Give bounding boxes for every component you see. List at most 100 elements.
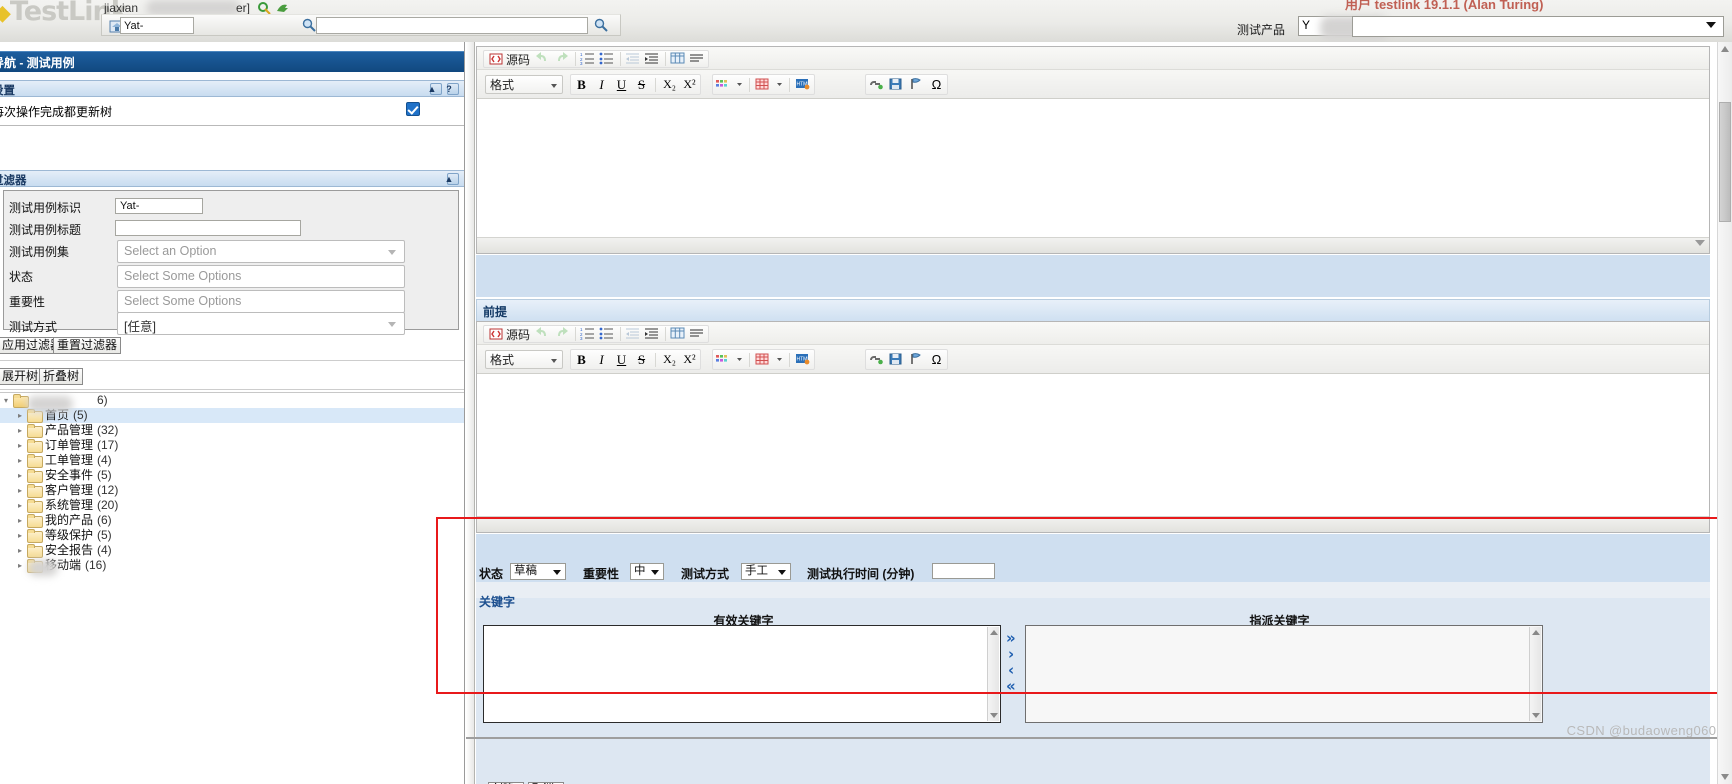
horizontal-rule-icon[interactable] xyxy=(689,51,706,67)
filter-select-testsuite[interactable]: Select an Option xyxy=(117,240,405,263)
collapse-tree-button[interactable]: 折叠树 xyxy=(39,368,84,385)
chevron-down-icon[interactable] xyxy=(735,77,744,93)
redo-icon[interactable] xyxy=(554,51,571,67)
numbered-list-icon[interactable]: 123 xyxy=(580,51,597,67)
italic-icon[interactable]: I xyxy=(593,77,610,93)
assigned-keywords-scrollbar[interactable] xyxy=(1529,627,1541,721)
table-icon[interactable] xyxy=(670,326,687,342)
strikethrough-icon[interactable]: S xyxy=(633,352,650,368)
expand-tree-button[interactable]: 展开树 xyxy=(0,368,43,385)
page-scrollbar[interactable] xyxy=(1717,42,1732,784)
background-color-icon[interactable] xyxy=(755,77,772,93)
undo-icon[interactable] xyxy=(535,326,552,342)
scrollbar-thumb[interactable] xyxy=(1719,102,1731,222)
flag-icon[interactable] xyxy=(908,77,925,93)
source-icon[interactable]: 源码 xyxy=(486,326,533,342)
tree-item[interactable]: ▸ 工单管理 (4) xyxy=(0,453,464,468)
chevron-right-icon[interactable]: ▸ xyxy=(18,513,27,528)
chevron-right-icon[interactable]: ▸ xyxy=(18,498,27,513)
filter-input-testcase-title[interactable] xyxy=(115,220,301,236)
filter-input-testcase-id[interactable]: Yat- xyxy=(115,198,203,214)
search-input[interactable] xyxy=(316,17,588,34)
chevron-down-icon[interactable] xyxy=(775,77,784,93)
html-snippet-icon[interactable]: HTML xyxy=(795,352,812,368)
underline-icon[interactable]: U xyxy=(613,77,630,93)
subscript-icon[interactable]: X₂ xyxy=(661,77,678,93)
summary-editor-body[interactable] xyxy=(477,100,1709,237)
html-snippet-icon[interactable]: HTML xyxy=(795,77,812,93)
undo-icon[interactable] xyxy=(535,51,552,67)
exectype-select[interactable]: 手工 xyxy=(741,563,791,580)
outdent-icon[interactable] xyxy=(625,326,642,342)
tree-item[interactable]: ▸ 安全报告 (4) xyxy=(0,543,464,558)
tree-item[interactable]: ▸ 产品管理 (32) xyxy=(0,423,464,438)
link-icon[interactable] xyxy=(868,77,885,93)
chevron-right-icon[interactable]: ▸ xyxy=(18,483,27,498)
add-keyword-button[interactable]: › xyxy=(1008,647,1014,662)
scroll-down-icon[interactable] xyxy=(1532,713,1540,718)
tree-item[interactable]: ▸ 订单管理 (17) xyxy=(0,438,464,453)
tree-item[interactable]: ▸ 客户管理 (12) xyxy=(0,483,464,498)
scroll-up-icon[interactable] xyxy=(1721,46,1729,52)
scroll-up-icon[interactable] xyxy=(990,630,998,635)
importance-select[interactable]: 中 xyxy=(630,563,664,580)
filter-select-exectype[interactable]: [任意] xyxy=(117,312,405,335)
chevron-right-icon[interactable]: ▸ xyxy=(18,438,27,453)
add-all-keywords-button[interactable]: » xyxy=(1006,631,1016,646)
filter-collapse-icon[interactable]: ▲ xyxy=(445,173,459,185)
bold-icon[interactable]: B xyxy=(573,352,590,368)
source-icon[interactable]: 源码 xyxy=(486,51,533,67)
available-keywords-list[interactable] xyxy=(483,625,1001,723)
outdent-icon[interactable] xyxy=(625,51,642,67)
flag-icon[interactable] xyxy=(908,352,925,368)
tree-item[interactable]: ▸ 系统管理 (20) xyxy=(0,498,464,513)
reset-filter-button[interactable]: 重置过滤器 xyxy=(53,337,122,354)
superscript-icon[interactable]: X² xyxy=(681,352,698,368)
chevron-right-icon[interactable]: ▸ xyxy=(18,453,27,468)
tree-item[interactable]: ▸ 安全事件 (5) xyxy=(0,468,464,483)
setting-update-tree-checkbox[interactable] xyxy=(406,102,420,116)
chevron-right-icon[interactable]: ▸ xyxy=(18,528,27,543)
horizontal-rule-icon[interactable] xyxy=(689,326,706,342)
chevron-right-icon[interactable]: ▸ xyxy=(18,408,27,423)
filter-multiselect-importance[interactable]: Select Some Options xyxy=(117,290,405,313)
chevron-down-icon[interactable] xyxy=(735,352,744,368)
redo-icon[interactable] xyxy=(554,326,571,342)
chevron-down-icon[interactable]: ▾ xyxy=(4,393,13,408)
italic-icon[interactable]: I xyxy=(593,352,610,368)
search-submit-icon[interactable] xyxy=(594,18,608,32)
underline-icon[interactable]: U xyxy=(613,352,630,368)
precondition-editor-body[interactable] xyxy=(477,375,1709,516)
tree-item[interactable]: ▸ 我的产品 (6) xyxy=(0,513,464,528)
duration-input[interactable] xyxy=(932,563,995,579)
collapse-icon[interactable]: ▲ xyxy=(428,83,442,95)
status-select[interactable]: 草稿 xyxy=(510,563,566,580)
background-color-icon[interactable] xyxy=(755,352,772,368)
remove-all-keywords-button[interactable]: « xyxy=(1006,679,1016,694)
search-icon[interactable] xyxy=(302,18,316,32)
bold-icon[interactable]: B xyxy=(573,77,590,93)
bulleted-list-icon[interactable] xyxy=(599,51,616,67)
scroll-down-icon[interactable] xyxy=(990,713,998,718)
remove-keyword-button[interactable]: ‹ xyxy=(1008,663,1014,678)
save-icon[interactable] xyxy=(888,352,905,368)
indent-icon[interactable] xyxy=(644,51,661,67)
scroll-down-icon[interactable] xyxy=(1721,774,1729,780)
testcase-id-input[interactable]: Yat- xyxy=(120,17,194,34)
chevron-right-icon[interactable]: ▸ xyxy=(18,468,27,483)
help-icon[interactable]: ? xyxy=(446,83,459,95)
filter-section-header[interactable]: 过滤器 ▲ xyxy=(0,170,464,187)
special-character-icon[interactable]: Ω xyxy=(928,352,945,368)
table-icon[interactable] xyxy=(670,51,687,67)
indent-icon[interactable] xyxy=(644,326,661,342)
chevron-right-icon[interactable]: ▸ xyxy=(18,558,27,573)
subscript-icon[interactable]: X₂ xyxy=(661,352,678,368)
special-character-icon[interactable]: Ω xyxy=(928,77,945,93)
superscript-icon[interactable]: X² xyxy=(681,77,698,93)
assigned-keywords-list[interactable] xyxy=(1025,625,1543,723)
numbered-list-icon[interactable]: 123 xyxy=(580,326,597,342)
precondition-format-select[interactable]: 格式 xyxy=(485,350,563,369)
link-icon[interactable] xyxy=(868,352,885,368)
scroll-up-icon[interactable] xyxy=(1532,630,1540,635)
text-color-icon[interactable] xyxy=(715,77,732,93)
